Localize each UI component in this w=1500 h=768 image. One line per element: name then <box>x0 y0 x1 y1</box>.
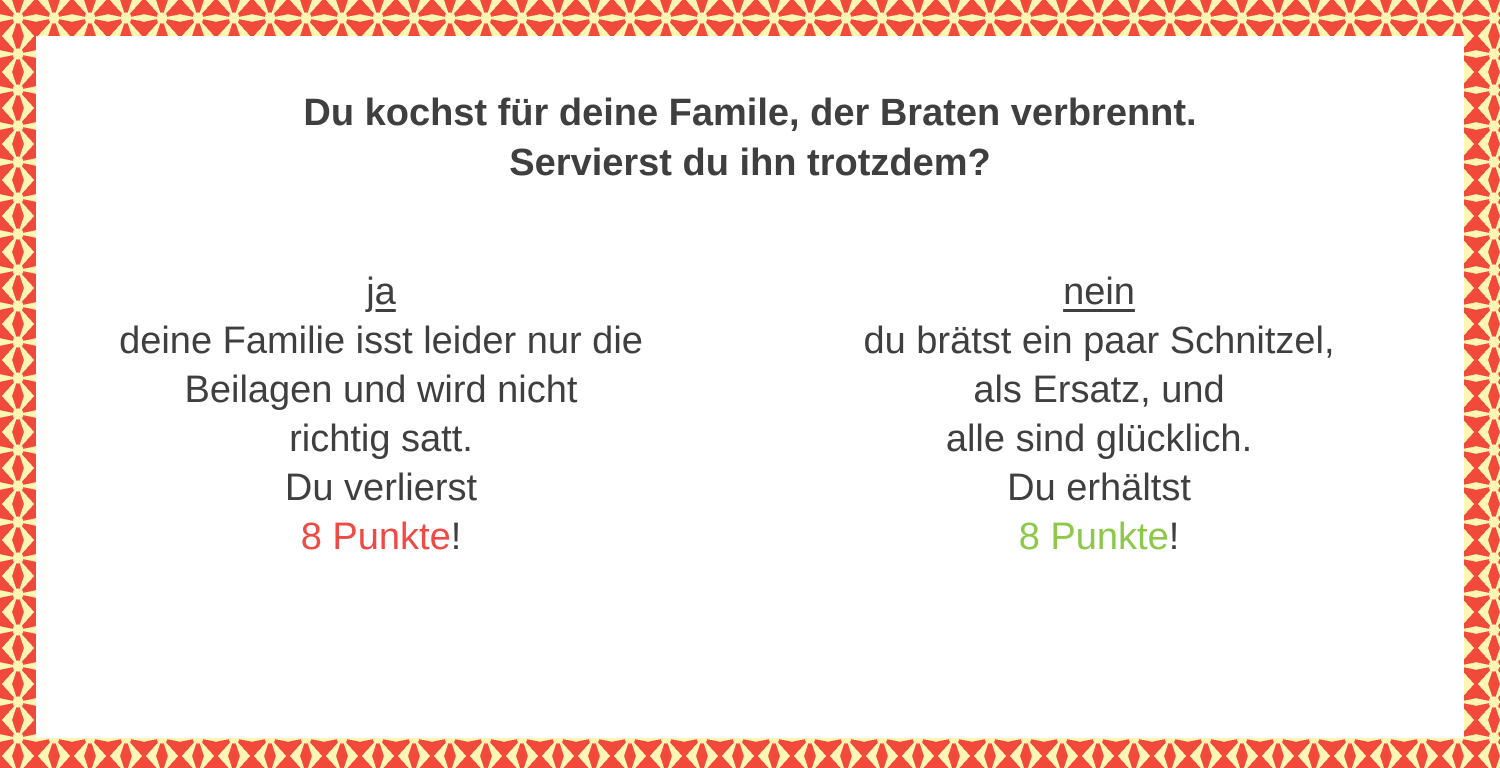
option-ja-text-3: richtig satt. <box>289 418 473 460</box>
question-line-2: Servierst du ihn trotzdem? <box>509 142 991 184</box>
option-nein-text-3: alle sind glücklich. <box>945 418 1253 460</box>
option-ja[interactable]: ja deine Familie isst leider nur die Bei… <box>76 268 686 562</box>
game-screen: { "question": { "line1": "Du kochst für … <box>0 0 1500 768</box>
option-ja-text-2: Beilagen und wird nicht <box>184 369 578 411</box>
question-text: Du kochst für deine Famile, der Braten v… <box>36 88 1464 188</box>
option-nein-text-2: als Ersatz, und <box>973 369 1225 411</box>
option-nein-points-suffix: ! <box>1168 516 1180 558</box>
option-ja-points: 8 Punkte <box>300 516 451 558</box>
option-ja-label[interactable]: ja <box>76 268 686 317</box>
question-card: Du kochst für deine Famile, der Braten v… <box>36 36 1464 738</box>
option-nein-label[interactable]: nein <box>794 268 1404 317</box>
option-nein[interactable]: nein du brätst ein paar Schnitzel, als E… <box>794 268 1404 562</box>
option-ja-points-line: 8 Punkte! <box>76 513 686 562</box>
option-nein-points-line: 8 Punkte! <box>794 513 1404 562</box>
option-nein-text-1: du brätst ein paar Schnitzel, <box>863 320 1335 362</box>
question-line-1: Du kochst für deine Famile, der Braten v… <box>303 92 1197 134</box>
option-nein-points: 8 Punkte <box>1018 516 1169 558</box>
option-ja-points-suffix: ! <box>450 516 462 558</box>
option-ja-text-1: deine Familie isst leider nur die <box>119 320 643 362</box>
option-ja-text-4: Du verlierst <box>284 467 478 509</box>
option-nein-text-4: Du erhältst <box>1007 467 1191 509</box>
